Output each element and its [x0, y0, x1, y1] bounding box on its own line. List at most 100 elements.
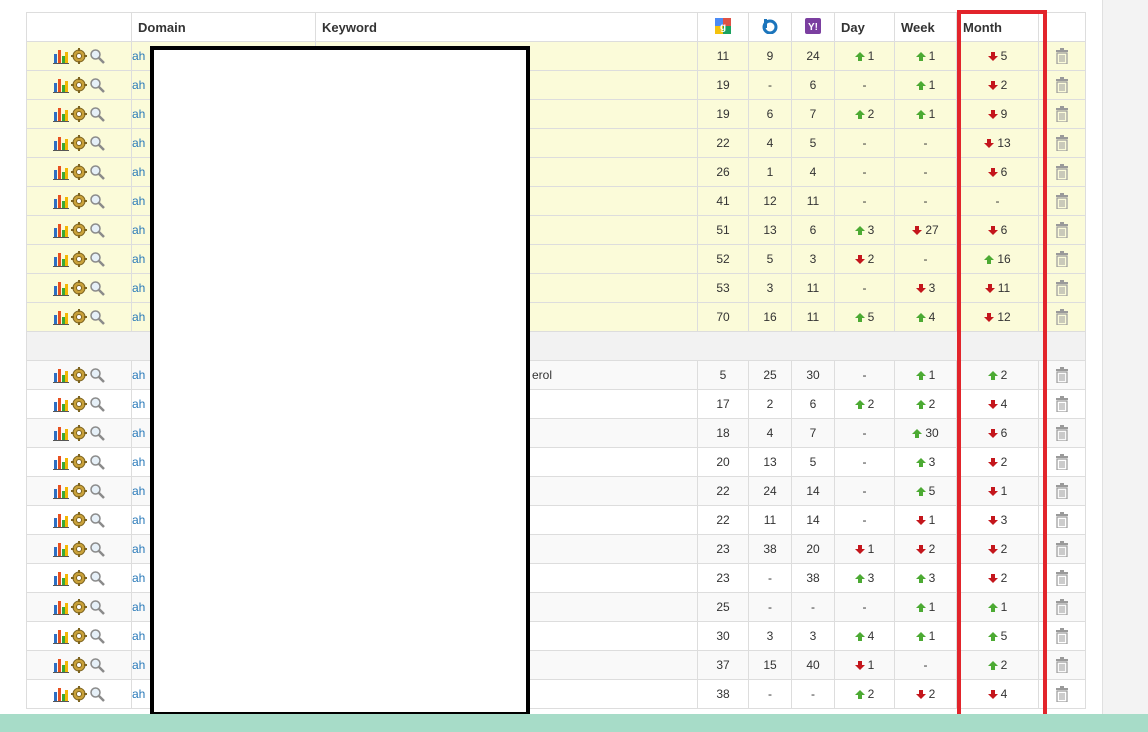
bar-chart-icon[interactable]	[53, 570, 69, 586]
domain-link[interactable]: ah	[133, 426, 146, 440]
bar-chart-icon[interactable]	[53, 686, 69, 702]
gear-icon[interactable]	[71, 106, 87, 122]
trash-icon[interactable]	[1055, 367, 1069, 383]
magnifier-icon[interactable]	[89, 251, 105, 267]
trash-icon[interactable]	[1055, 657, 1069, 673]
bar-chart-icon[interactable]	[53, 628, 69, 644]
bar-chart-icon[interactable]	[53, 541, 69, 557]
domain-link[interactable]: ah	[133, 107, 146, 121]
google-header[interactable]: g	[697, 12, 749, 42]
magnifier-icon[interactable]	[89, 135, 105, 151]
domain-header[interactable]: Domain	[131, 12, 316, 42]
magnifier-icon[interactable]	[89, 164, 105, 180]
magnifier-icon[interactable]	[89, 686, 105, 702]
domain-link[interactable]: ah	[133, 484, 146, 498]
domain-link[interactable]: ah	[133, 78, 146, 92]
magnifier-icon[interactable]	[89, 512, 105, 528]
trash-icon[interactable]	[1055, 628, 1069, 644]
magnifier-icon[interactable]	[89, 222, 105, 238]
domain-link[interactable]: ah	[133, 223, 146, 237]
trash-icon[interactable]	[1055, 541, 1069, 557]
trash-icon[interactable]	[1055, 483, 1069, 499]
bar-chart-icon[interactable]	[53, 657, 69, 673]
magnifier-icon[interactable]	[89, 628, 105, 644]
trash-icon[interactable]	[1055, 135, 1069, 151]
gear-icon[interactable]	[71, 222, 87, 238]
domain-link[interactable]: ah	[133, 194, 146, 208]
bar-chart-icon[interactable]	[53, 483, 69, 499]
keyword-header[interactable]: Keyword	[315, 12, 698, 42]
domain-link[interactable]: ah	[133, 600, 146, 614]
bar-chart-icon[interactable]	[53, 222, 69, 238]
gear-icon[interactable]	[71, 512, 87, 528]
gear-icon[interactable]	[71, 367, 87, 383]
trash-icon[interactable]	[1055, 309, 1069, 325]
trash-icon[interactable]	[1055, 425, 1069, 441]
trash-icon[interactable]	[1055, 454, 1069, 470]
trash-icon[interactable]	[1055, 251, 1069, 267]
bar-chart-icon[interactable]	[53, 396, 69, 412]
domain-link[interactable]: ah	[133, 513, 146, 527]
gear-icon[interactable]	[71, 251, 87, 267]
magnifier-icon[interactable]	[89, 48, 105, 64]
trash-icon[interactable]	[1055, 512, 1069, 528]
magnifier-icon[interactable]	[89, 77, 105, 93]
trash-icon[interactable]	[1055, 599, 1069, 615]
domain-link[interactable]: ah	[133, 252, 146, 266]
domain-link[interactable]: ah	[133, 542, 146, 556]
gear-icon[interactable]	[71, 280, 87, 296]
gear-icon[interactable]	[71, 686, 87, 702]
magnifier-icon[interactable]	[89, 483, 105, 499]
week-header[interactable]: Week	[894, 12, 957, 42]
day-header[interactable]: Day	[834, 12, 895, 42]
trash-icon[interactable]	[1055, 396, 1069, 412]
bar-chart-icon[interactable]	[53, 48, 69, 64]
domain-link[interactable]: ah	[133, 165, 146, 179]
bar-chart-icon[interactable]	[53, 367, 69, 383]
gear-icon[interactable]	[71, 483, 87, 499]
gear-icon[interactable]	[71, 657, 87, 673]
domain-link[interactable]: ah	[133, 658, 146, 672]
domain-link[interactable]: ah	[133, 455, 146, 469]
magnifier-icon[interactable]	[89, 280, 105, 296]
yahoo-header[interactable]: Y!	[791, 12, 835, 42]
gear-icon[interactable]	[71, 570, 87, 586]
magnifier-icon[interactable]	[89, 425, 105, 441]
gear-icon[interactable]	[71, 77, 87, 93]
gear-icon[interactable]	[71, 541, 87, 557]
trash-icon[interactable]	[1055, 106, 1069, 122]
magnifier-icon[interactable]	[89, 570, 105, 586]
gear-icon[interactable]	[71, 164, 87, 180]
gear-icon[interactable]	[71, 193, 87, 209]
bar-chart-icon[interactable]	[53, 164, 69, 180]
magnifier-icon[interactable]	[89, 193, 105, 209]
bar-chart-icon[interactable]	[53, 425, 69, 441]
domain-link[interactable]: ah	[133, 571, 146, 585]
domain-link[interactable]: ah	[133, 368, 146, 382]
trash-icon[interactable]	[1055, 280, 1069, 296]
bar-chart-icon[interactable]	[53, 193, 69, 209]
gear-icon[interactable]	[71, 135, 87, 151]
trash-icon[interactable]	[1055, 48, 1069, 64]
bar-chart-icon[interactable]	[53, 135, 69, 151]
gear-icon[interactable]	[71, 628, 87, 644]
trash-icon[interactable]	[1055, 77, 1069, 93]
domain-link[interactable]: ah	[133, 136, 146, 150]
month-header[interactable]: Month	[956, 12, 1039, 42]
bar-chart-icon[interactable]	[53, 280, 69, 296]
bar-chart-icon[interactable]	[53, 251, 69, 267]
gear-icon[interactable]	[71, 396, 87, 412]
domain-link[interactable]: ah	[133, 629, 146, 643]
bar-chart-icon[interactable]	[53, 309, 69, 325]
bar-chart-icon[interactable]	[53, 454, 69, 470]
bing-header[interactable]	[748, 12, 792, 42]
domain-link[interactable]: ah	[133, 310, 146, 324]
gear-icon[interactable]	[71, 425, 87, 441]
magnifier-icon[interactable]	[89, 454, 105, 470]
magnifier-icon[interactable]	[89, 657, 105, 673]
gear-icon[interactable]	[71, 309, 87, 325]
domain-link[interactable]: ah	[133, 397, 146, 411]
trash-icon[interactable]	[1055, 222, 1069, 238]
gear-icon[interactable]	[71, 454, 87, 470]
magnifier-icon[interactable]	[89, 541, 105, 557]
